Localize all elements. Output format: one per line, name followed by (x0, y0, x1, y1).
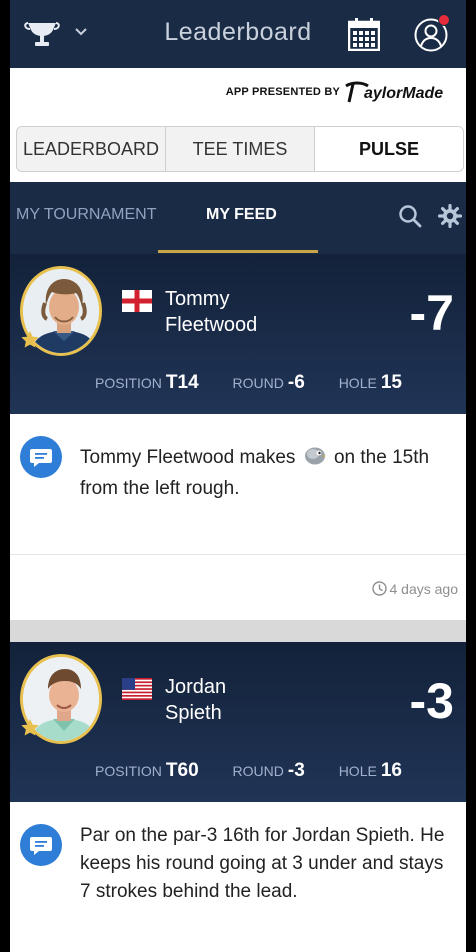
sponsor-text: APP PRESENTED BY (225, 86, 340, 98)
sponsor-bar: APP PRESENTED BY aylorMade (10, 68, 466, 116)
player-name[interactable]: Tommy Fleetwood (165, 286, 257, 338)
round-value: -3 (287, 760, 305, 781)
player-score: -7 (409, 285, 454, 341)
hole-value: 15 (380, 372, 402, 393)
timestamp-text: 4 days ago (389, 581, 459, 597)
tab-tee-times[interactable]: TEE TIMES (166, 127, 315, 171)
app-screen: Leaderboard APP PRESENTED BY aylorMade L… (0, 0, 476, 952)
favorite-star-icon[interactable] (20, 330, 40, 350)
taylormade-logo[interactable]: aylorMade (344, 80, 458, 104)
tab-my-tournament[interactable]: MY TOURNAMENT (16, 206, 156, 224)
position-value: T60 (165, 760, 199, 781)
feed-item-footer: 4 days ago (10, 554, 466, 620)
top-nav-bar: Leaderboard (10, 0, 466, 68)
player-last-name: Fleetwood (165, 314, 258, 336)
search-icon[interactable] (398, 204, 422, 228)
round-value: -6 (287, 372, 305, 393)
hole-value: 16 (380, 760, 402, 781)
active-tab-indicator (158, 250, 318, 253)
feed-item: Tommy Fleetwood makes on the 15th from t… (10, 414, 466, 620)
position-value: T14 (165, 372, 199, 393)
section-tabs: LEADERBOARD TEE TIMES PULSE (16, 126, 464, 172)
feed-item: Par on the par-3 16th for Jordan Spieth.… (10, 802, 466, 952)
player-stats: POSITION T14 ROUND -6 HOLE 15 (95, 372, 402, 394)
page-title: Leaderboard (164, 18, 312, 46)
player-last-name: Spieth (165, 702, 222, 724)
section-tabs-container: LEADERBOARD TEE TIMES PULSE (10, 116, 466, 182)
hole-label: HOLE (338, 763, 377, 779)
round-label: ROUND (232, 375, 284, 391)
tab-leaderboard[interactable]: LEADERBOARD (17, 127, 166, 171)
right-bezel (466, 0, 476, 952)
round-label: ROUND (232, 763, 284, 779)
tab-pulse[interactable]: PULSE (315, 127, 463, 171)
feed-tab-bar: MY TOURNAMENT MY FEED (10, 182, 466, 254)
player-stats: POSITION T60 ROUND -3 HOLE 16 (95, 760, 402, 782)
eagle-icon (304, 447, 326, 465)
player-first-name: Tommy (165, 288, 230, 310)
gear-icon[interactable] (438, 204, 462, 228)
message-icon (20, 436, 62, 478)
timestamp: 4 days ago (371, 581, 459, 597)
tab-my-feed[interactable]: MY FEED (206, 206, 277, 224)
feed-message: Par on the par-3 16th for Jordan Spieth.… (80, 825, 445, 902)
notification-dot (438, 14, 450, 26)
svg-text:aylorMade: aylorMade (364, 85, 443, 102)
left-bezel (0, 0, 10, 952)
player-name[interactable]: Jordan Spieth (165, 674, 226, 726)
player-score: -3 (409, 673, 454, 729)
player-card-header[interactable]: Tommy Fleetwood -7 POSITION T14 ROUND -6 H… (10, 254, 466, 414)
position-label: POSITION (95, 375, 162, 391)
feed-message-start: Tommy Fleetwood makes (80, 447, 296, 468)
england-flag-icon (122, 290, 152, 312)
calendar-icon[interactable] (348, 18, 380, 51)
message-icon (20, 824, 62, 866)
player-first-name: Jordan (165, 676, 227, 698)
player-card-header[interactable]: Jordan Spieth -3 POSITION T60 ROUND -3 HOL… (10, 642, 466, 802)
feed-message: Tommy Fleetwood makes on the 15th from t… (80, 442, 454, 504)
clock-icon (371, 581, 387, 596)
hole-label: HOLE (338, 375, 377, 391)
favorite-star-icon[interactable] (20, 718, 40, 738)
position-label: POSITION (95, 763, 162, 779)
usa-flag-icon (122, 678, 152, 700)
